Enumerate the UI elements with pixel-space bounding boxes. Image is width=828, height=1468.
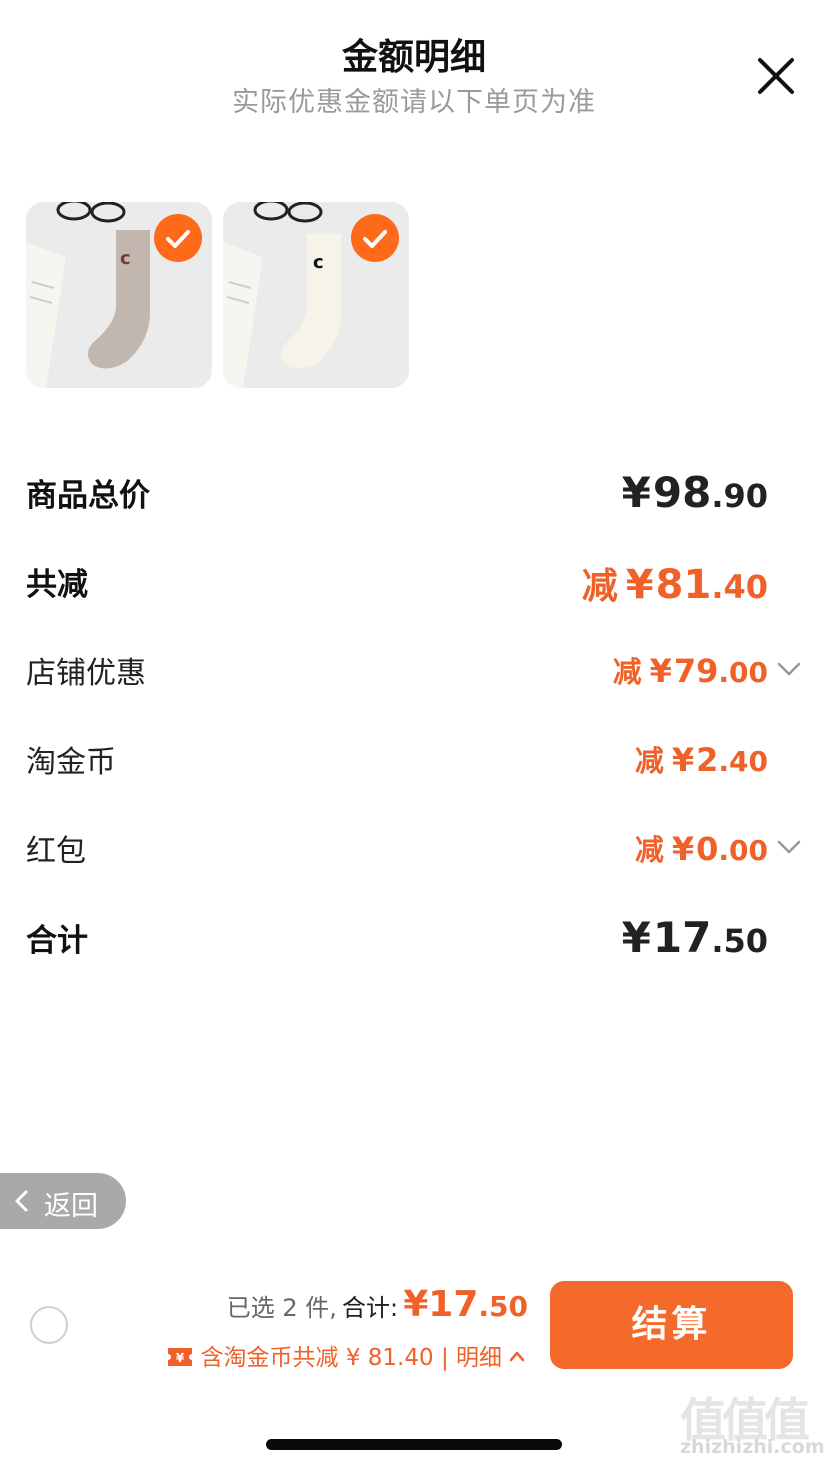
back-button[interactable]: 返回 [0,1173,126,1229]
shop-discount-label: 店铺优惠 [26,656,146,691]
chevron-down-icon[interactable] [776,834,802,860]
home-indicator [266,1439,562,1450]
row-total-discount: 共减 减 ¥81.40 [26,559,802,619]
total-price-value: ¥98.90 [622,468,768,517]
sum-int: 17 [652,913,712,962]
currency-symbol: ¥ [649,652,672,690]
minus-prefix: 减 [635,833,664,867]
gold-coin-label: 淘金币 [26,745,116,780]
currency-symbol: ¥ [671,830,695,868]
minus-prefix: 减 [635,744,664,778]
shop-discount-value: 减 ¥79.00 [613,650,768,691]
selected-count: 已选 2 件, [226,1294,337,1322]
minus-prefix: 减 [581,566,618,607]
coupon-icon: ¥ [167,1348,192,1366]
total-discount-value: 减 ¥81.40 [582,557,768,609]
svg-text:c: c [120,248,131,269]
total-price-int: 98 [652,468,712,517]
selected-check[interactable] [154,214,202,262]
chevron-up-icon [509,1351,525,1362]
select-all-radio[interactable] [30,1306,68,1344]
gold-coin-int: 2 [696,741,719,779]
total-price-dec: .90 [711,477,768,515]
gold-coin-value: 减 ¥2.40 [635,739,768,780]
item-thumbnail[interactable]: c [26,202,212,388]
shop-discount-int: 79 [673,652,719,690]
back-button-label: 返回 [44,1191,98,1222]
check-icon [363,230,387,248]
watermark-url: zhizhizhi.com [680,1436,825,1458]
checkout-bar: 已选 2 件, 合计: ¥17.50 ¥ 含淘金币共减 ¥ 81.40 | 明细… [0,1270,828,1390]
row-shop-discount[interactable]: 店铺优惠 减 ¥79.00 [26,648,802,708]
check-icon [166,230,190,248]
footer-total-label: 合计: [342,1294,399,1322]
footer-summary: 已选 2 件, 合计: ¥17.50 [227,1284,528,1325]
checkout-button[interactable]: 结算 [550,1281,793,1369]
row-gold-coin: 淘金币 减 ¥2.40 [26,737,802,797]
sum-dec: .50 [711,922,768,960]
detail-label: 明细 [456,1345,502,1371]
savings-text: 含淘金币共减 ¥ 81.40 [200,1345,434,1371]
total-discount-int: 81 [655,562,712,608]
row-total-price: 商品总价 ¥98.90 [26,468,802,530]
total-discount-dec: .40 [711,568,768,606]
sum-value: ¥17.50 [622,913,768,962]
footer-total-int: 17 [428,1284,479,1325]
svg-text:c: c [313,252,324,273]
row-red-packet[interactable]: 红包 减 ¥0.00 [26,826,802,886]
footer-total-dec: .50 [478,1290,528,1323]
minus-prefix: 减 [612,655,642,689]
sheet-header: 金额明细 实际优惠金额请以下单页为准 [0,0,828,130]
red-packet-int: 0 [696,830,719,868]
gold-coin-dec: .40 [718,745,768,778]
currency-symbol: ¥ [621,468,651,517]
red-packet-dec: .00 [718,834,768,867]
savings-separator: | [440,1345,449,1371]
red-packet-value: 减 ¥0.00 [635,828,768,869]
item-thumbnail[interactable]: c [223,202,409,388]
red-packet-label: 红包 [26,834,86,869]
footer-total-yen: ¥ [403,1284,429,1325]
row-sum: 合计 ¥17.50 [26,913,802,975]
footer-total: ¥17.50 [403,1284,528,1325]
chevron-left-icon [15,1190,28,1212]
savings-detail-toggle[interactable]: ¥ 含淘金币共减 ¥ 81.40 | 明细 [167,1338,526,1372]
selected-check[interactable] [351,214,399,262]
watermark: 值值值 zhizhizhi.com [676,1384,826,1468]
total-price-label: 商品总价 [26,478,150,514]
total-discount-label: 共减 [26,567,88,603]
page-title: 金额明细 [341,37,486,78]
page-subtitle: 实际优惠金额请以下单页为准 [232,87,596,118]
currency-symbol: ¥ [621,913,651,962]
close-icon[interactable] [752,52,800,100]
chevron-down-icon[interactable] [776,656,802,682]
currency-symbol: ¥ [671,741,695,779]
sum-label: 合计 [26,923,88,959]
currency-symbol: ¥ [625,562,654,608]
svg-text:¥: ¥ [175,1351,184,1365]
shop-discount-dec: .00 [718,656,768,689]
